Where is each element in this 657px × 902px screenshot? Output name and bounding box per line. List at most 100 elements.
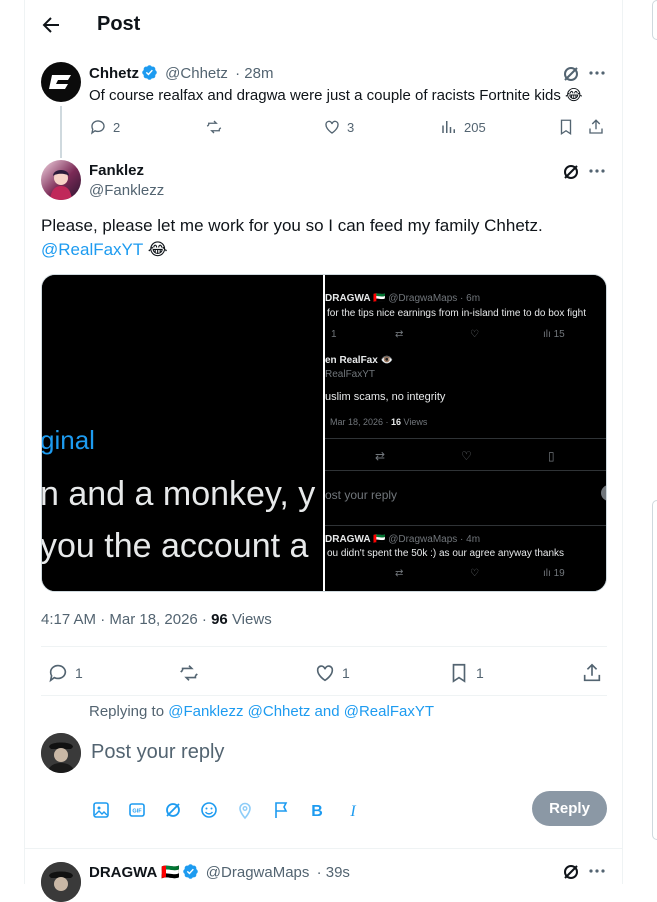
author-handle[interactable]: @Chhetz — [165, 65, 228, 82]
views-count: 96 — [211, 611, 228, 628]
bookmark-button[interactable] — [557, 118, 575, 136]
avatar[interactable] — [41, 62, 81, 102]
emoji-icon[interactable] — [199, 800, 219, 820]
italic-icon[interactable]: I — [343, 800, 363, 820]
mr-reply-button — [601, 485, 606, 501]
main-column: Post Chhetz @Chhetz · 28m Of course real… — [24, 0, 623, 902]
reply-icon — [49, 664, 67, 683]
reply-submit-button[interactable]: Reply — [532, 791, 607, 826]
like-button[interactable]: 3 — [323, 118, 354, 136]
post-media[interactable]: ginal n and a monkey, y you the account … — [41, 274, 607, 592]
views-button[interactable]: 205 — [440, 118, 486, 136]
post-time[interactable]: · 39s — [317, 864, 350, 881]
media-left-text-1: ginal — [42, 425, 95, 455]
post-timestamp: 4:17 AM · Mar 18, 2026 · 96 Views — [41, 611, 272, 628]
mr-divider — [325, 525, 606, 526]
mr-text-2: uslim scams, no integrity — [325, 391, 446, 403]
back-arrow-icon[interactable] — [39, 13, 63, 37]
page-title: Post — [97, 13, 141, 35]
divider — [41, 695, 607, 696]
grok-icon[interactable] — [561, 862, 581, 882]
views-count: 205 — [464, 119, 486, 135]
author-handle[interactable]: @DragwaMaps — [206, 864, 310, 881]
more-options-icon[interactable] — [587, 861, 607, 881]
like-button[interactable]: 1 — [314, 662, 350, 684]
share-button[interactable] — [587, 118, 605, 136]
avatar[interactable] — [41, 862, 81, 902]
reply-icon — [90, 120, 105, 135]
media-left-text-2: n and a monkey, y — [42, 475, 316, 513]
flag-icon[interactable] — [271, 800, 291, 820]
mr-replies-1: 1 — [331, 329, 337, 340]
author-line: DRAGWA 🇦🇪 @DragwaMaps · 39s — [89, 863, 350, 881]
mr-time-2: Mar 18, 2026 · 16 Views — [330, 417, 428, 427]
reply-button[interactable]: 2 — [89, 118, 120, 136]
grok-icon[interactable] — [561, 64, 581, 84]
mr-bookmark-icon: ▯ — [548, 449, 555, 463]
media-left-text-3: you the account a — [42, 527, 309, 565]
mr-name-3: DRAGWA 🇦🇪 — [325, 534, 386, 545]
views-chart-icon — [442, 121, 455, 133]
avatar[interactable] — [41, 733, 81, 773]
gif-icon[interactable]: GIF — [127, 800, 147, 820]
post-text: Of course realfax and dragwa were just a… — [89, 87, 583, 104]
search-box-edge — [652, 0, 657, 40]
bookmark-button[interactable]: 1 — [448, 662, 484, 684]
bookmark-icon — [560, 119, 572, 136]
mr-divider — [325, 438, 606, 439]
more-options-icon[interactable] — [587, 161, 607, 181]
mr-handle-1: @DragwaMaps · 6m — [388, 293, 481, 304]
repost-button[interactable] — [205, 118, 223, 136]
mr-name-2: en RealFax 👁️ — [325, 355, 394, 366]
mr-repost-icon-3: ⇄ — [395, 568, 404, 579]
media-icon[interactable] — [91, 800, 111, 820]
replying-to-users[interactable]: @Fanklezz @Chhetz and @RealFaxYT — [168, 703, 434, 720]
avatar[interactable] — [41, 160, 81, 200]
bookmark-icon — [452, 663, 466, 683]
divider — [25, 848, 623, 849]
grok-icon[interactable] — [561, 162, 581, 182]
repost-icon — [180, 665, 198, 681]
more-options-icon[interactable] — [587, 63, 607, 83]
mr-heart-icon-2: ♡ — [461, 449, 472, 463]
mr-heart-icon-3: ♡ — [470, 568, 479, 579]
post-text-line2: @RealFaxYT 😂 — [41, 240, 168, 260]
share-icon — [589, 119, 603, 134]
author-name[interactable]: DRAGWA 🇦🇪 — [89, 864, 180, 881]
mr-views-1: ılı 15 — [543, 329, 565, 340]
post-time[interactable]: · 28m — [235, 65, 273, 82]
media-image-right[interactable]: DRAGWA 🇦🇪 @DragwaMaps · 6m for the tips … — [325, 275, 606, 591]
repost-button[interactable] — [178, 662, 200, 684]
heart-icon — [325, 120, 339, 134]
mr-handle-3: @DragwaMaps · 4m — [388, 534, 481, 545]
thread-connector — [60, 106, 62, 158]
like-count: 1 — [342, 665, 350, 681]
author-name[interactable]: Fanklez — [89, 162, 144, 179]
mr-text-1: for the tips nice earnings from in-islan… — [327, 308, 587, 319]
mr-text-3: ou didn't spent the 50k :) as our agree … — [327, 548, 565, 559]
location-icon[interactable] — [235, 800, 255, 820]
heart-icon — [316, 665, 334, 682]
repost-icon — [206, 120, 222, 134]
mr-views-3: ılı 19 — [543, 568, 565, 579]
reply-button[interactable]: 1 — [47, 662, 83, 684]
author-name[interactable]: Chhetz — [89, 65, 139, 82]
emoji: 😂 — [147, 240, 168, 259]
replying-to: Replying to @Fanklezz @Chhetz and @RealF… — [89, 703, 434, 720]
replying-to-label: Replying to — [89, 703, 169, 720]
media-image-left[interactable]: ginal n and a monkey, y you the account … — [42, 275, 323, 591]
reply-count: 1 — [75, 665, 83, 681]
mr-repost-icon: ⇄ — [395, 329, 404, 340]
author-handle[interactable]: @Fanklezz — [89, 182, 164, 199]
like-count: 3 — [347, 119, 355, 135]
mention-link[interactable]: @RealFaxYT — [41, 240, 143, 259]
bold-icon[interactable]: B — [307, 800, 327, 820]
svg-text:I: I — [349, 803, 356, 820]
mr-heart-icon: ♡ — [470, 329, 479, 340]
bookmark-count: 1 — [476, 665, 484, 681]
reply-input[interactable]: Post your reply — [91, 741, 224, 764]
grok-icon[interactable] — [163, 800, 183, 820]
share-button[interactable] — [581, 662, 603, 684]
mr-divider — [325, 470, 606, 471]
post-text: Please, please let me work for you so I … — [41, 216, 543, 235]
